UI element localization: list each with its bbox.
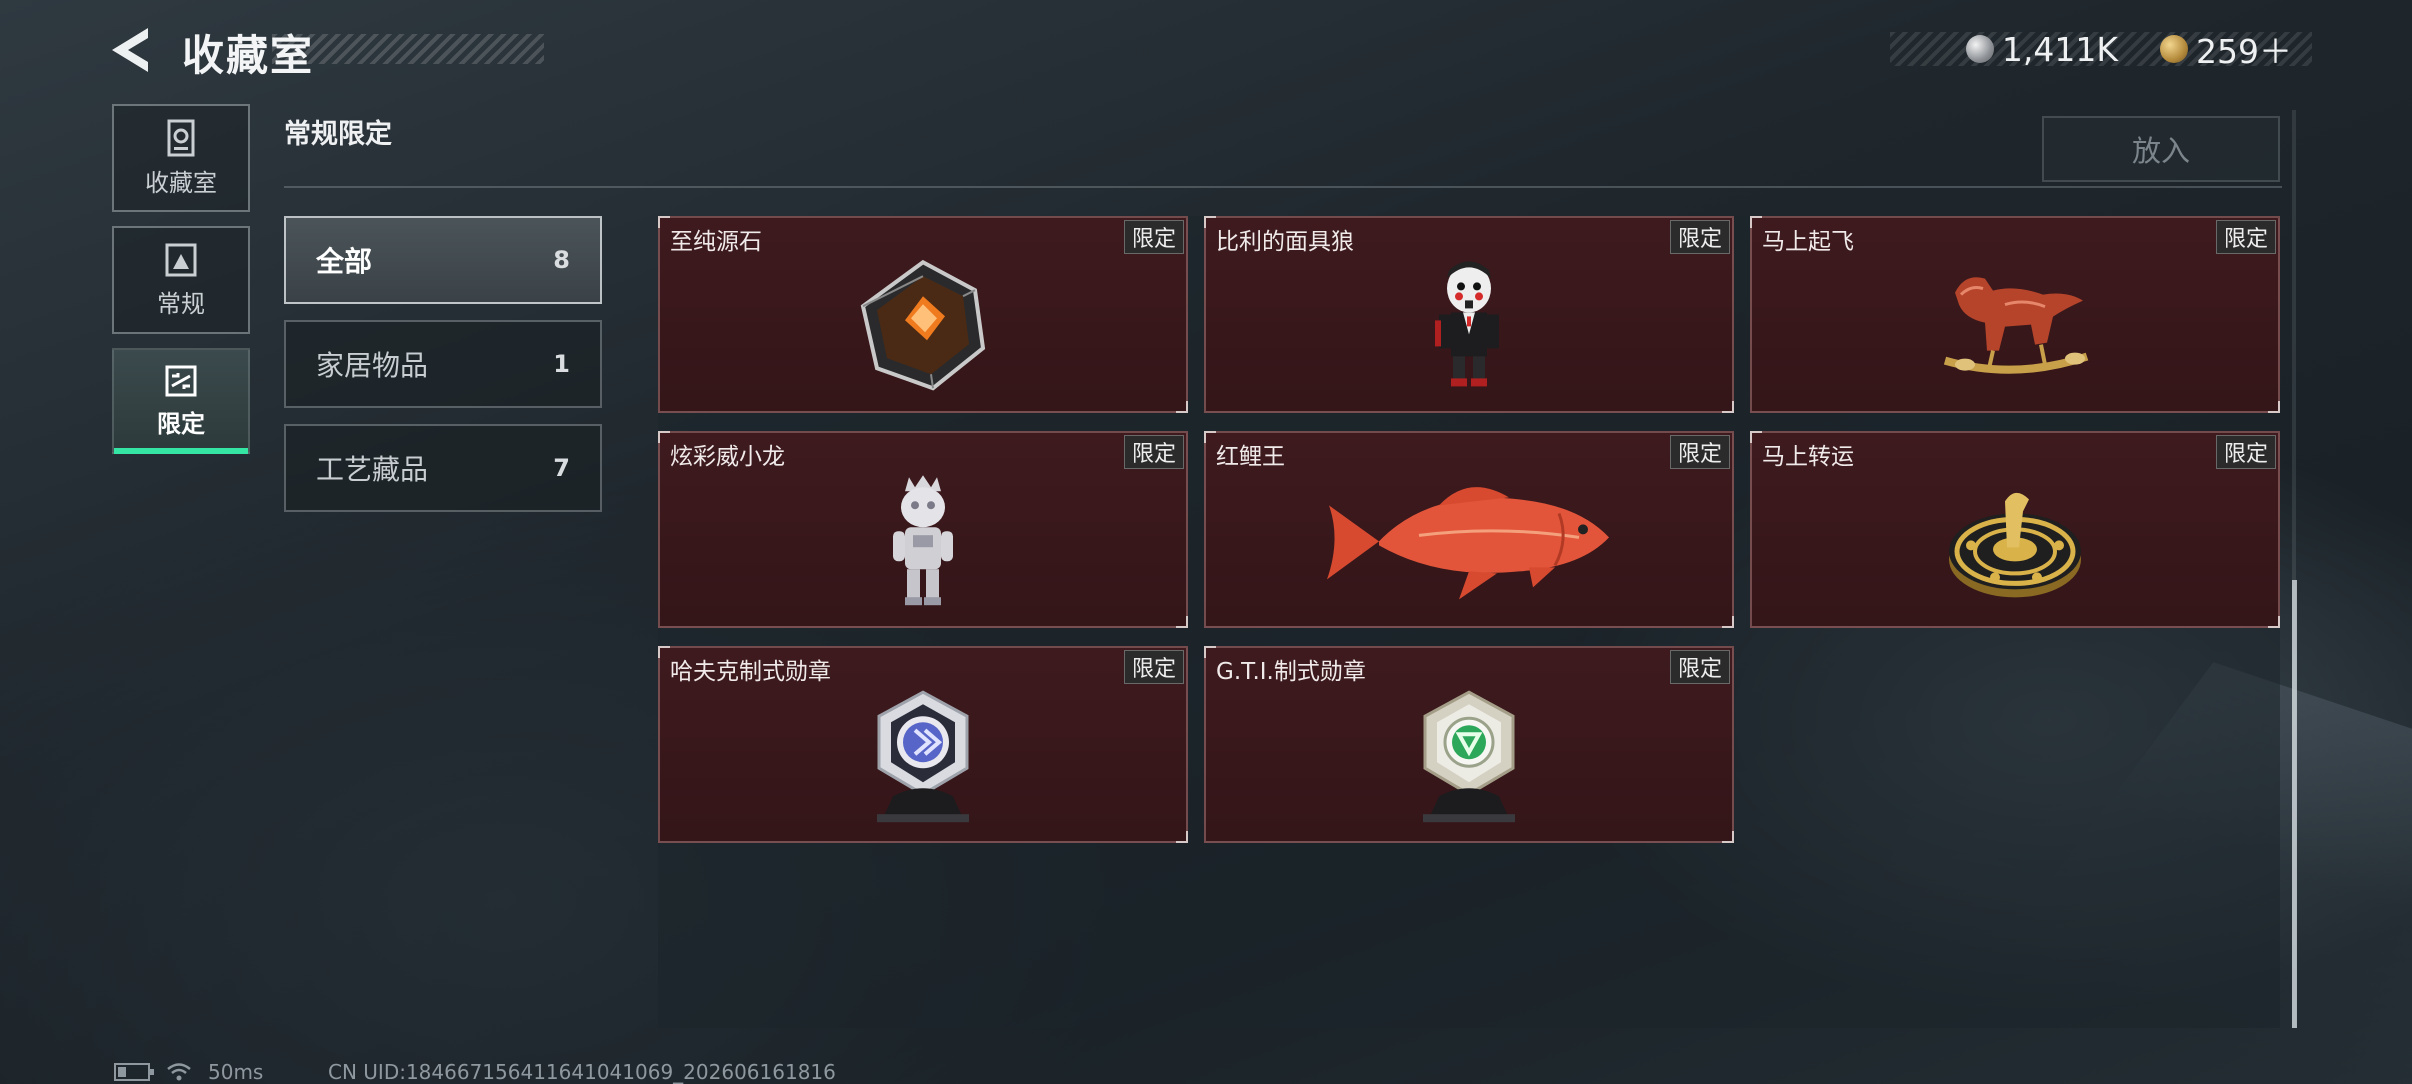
item-card[interactable]: 马上起飞 限定	[1750, 216, 2280, 413]
ping-value: 50ms	[208, 1060, 264, 1084]
currency-gold[interactable]: 259＋	[2160, 25, 2292, 73]
currency-gold-value: 259＋	[2196, 32, 2292, 71]
category-all[interactable]: 全部 8	[284, 216, 602, 304]
nav-item-regular[interactable]: 常规	[112, 226, 250, 334]
item-name: 比利的面具狼	[1216, 229, 1354, 255]
item-name: 炫彩威小龙	[670, 444, 785, 470]
limited-badge: 限定	[1669, 220, 1730, 254]
currency-silver-value: 1,411K	[2001, 29, 2118, 69]
category-crafts[interactable]: 工艺藏品 7	[284, 424, 602, 512]
item-card[interactable]: 至纯源石 限定	[658, 216, 1188, 413]
section-title: 常规限定	[284, 119, 392, 150]
limited-badge: 限定	[1123, 220, 1184, 254]
item-card[interactable]: G.T.I.制式勋章 限定	[1204, 646, 1734, 843]
item-name: 红鲤王	[1216, 444, 1285, 470]
status-bar: 50ms	[114, 1060, 263, 1084]
green-medal-icon	[1423, 689, 1515, 822]
limited-badge: 限定	[2215, 435, 2276, 469]
nav-label-limited: 限定	[157, 409, 205, 438]
battery-icon	[114, 1063, 154, 1081]
item-name: 至纯源石	[670, 229, 762, 255]
nav-label-regular: 常规	[157, 289, 205, 318]
nav-item-limited[interactable]: 限定	[112, 348, 250, 454]
wifi-icon	[167, 1063, 191, 1081]
item-card[interactable]: 红鲤王 限定	[1204, 431, 1734, 628]
category-count: 1	[553, 350, 570, 378]
item-name: 马上转运	[1762, 444, 1854, 470]
limited-badge: 限定	[1123, 650, 1184, 684]
limited-badge: 限定	[2215, 220, 2276, 254]
limited-badge: 限定	[1669, 650, 1730, 684]
item-card[interactable]: 马上转运 限定	[1750, 431, 2280, 628]
item-name: G.T.I.制式勋章	[1216, 659, 1366, 685]
place-in-button[interactable]: 放入	[2042, 116, 2280, 182]
puppet-figure-icon	[1435, 260, 1499, 386]
category-household[interactable]: 家居物品 1	[284, 320, 602, 408]
category-name: 工艺藏品	[316, 453, 429, 486]
currency-bar: 1,411K 259＋	[1890, 29, 2312, 71]
nav-item-collection-room[interactable]: 收藏室	[112, 104, 250, 212]
item-card[interactable]: 哈夫克制式勋章 限定	[658, 646, 1188, 843]
horse-compass-icon	[1949, 492, 2081, 597]
gem-icon	[860, 259, 986, 390]
blue-medal-icon	[877, 689, 969, 822]
category-count: 7	[553, 454, 570, 482]
item-name: 哈夫克制式勋章	[670, 659, 831, 685]
regular-icon	[165, 243, 197, 276]
nav-label-collection-room: 收藏室	[145, 168, 217, 197]
currency-silver[interactable]: 1,411K	[1965, 29, 2118, 69]
category-name: 家居物品	[316, 349, 429, 382]
page-title: 收藏室	[182, 31, 315, 80]
limited-icon	[165, 365, 197, 396]
gold-coin-icon	[2160, 35, 2188, 63]
silver-coin-icon	[1965, 35, 1994, 63]
item-card[interactable]: 比利的面具狼 限定	[1204, 216, 1734, 413]
rocking-horse-icon	[1943, 276, 2089, 374]
limited-badge: 限定	[1123, 435, 1184, 469]
item-name: 马上起飞	[1762, 229, 1854, 255]
category-count: 8	[553, 246, 570, 274]
limited-badge: 限定	[1669, 435, 1730, 469]
back-button[interactable]	[108, 24, 158, 76]
carp-fish-icon	[1327, 486, 1609, 599]
section-divider	[284, 186, 2282, 188]
scrollbar-thumb[interactable]	[2292, 580, 2297, 1028]
collection-room-icon	[167, 119, 195, 156]
category-name: 全部	[316, 245, 373, 278]
back-arrow-icon	[112, 28, 148, 72]
item-card[interactable]: 炫彩威小龙 限定	[658, 431, 1188, 628]
uid-text: CN UID:184667156411641041069_20260616181…	[328, 1060, 836, 1084]
dragon-figure-icon	[893, 474, 953, 605]
